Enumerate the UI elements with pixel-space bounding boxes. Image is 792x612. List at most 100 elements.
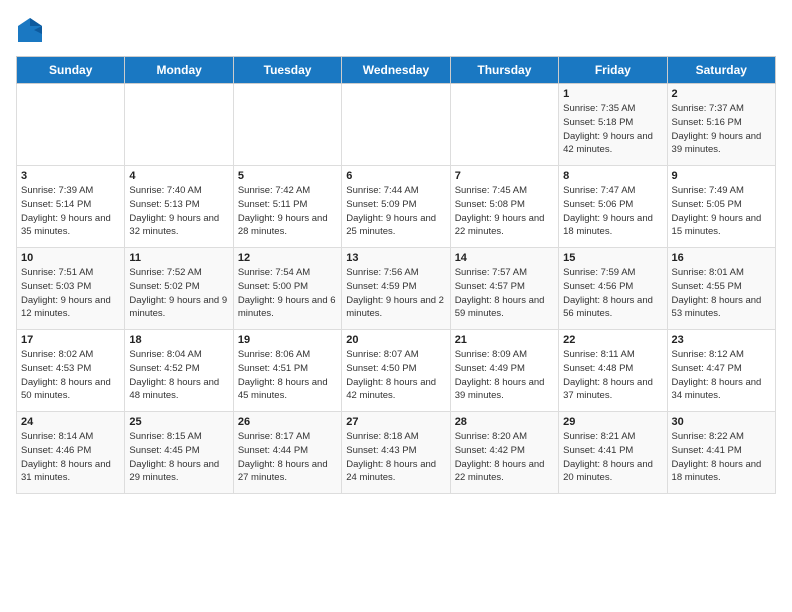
calendar-cell: 24 Sunrise: 8:14 AM Sunset: 4:46 PM Dayli… bbox=[17, 412, 125, 494]
day-number: 22 bbox=[563, 334, 662, 346]
day-number: 26 bbox=[238, 416, 337, 428]
day-info: Sunrise: 7:44 AM Sunset: 5:09 PM Dayligh… bbox=[346, 184, 445, 239]
day-number: 18 bbox=[129, 334, 228, 346]
day-number: 12 bbox=[238, 252, 337, 264]
calendar-cell: 28 Sunrise: 8:20 AM Sunset: 4:42 PM Dayli… bbox=[450, 412, 558, 494]
calendar-header-row: SundayMondayTuesdayWednesdayThursdayFrid… bbox=[17, 57, 776, 84]
calendar-cell: 8 Sunrise: 7:47 AM Sunset: 5:06 PM Daylig… bbox=[559, 166, 667, 248]
day-number: 11 bbox=[129, 252, 228, 264]
day-info: Sunrise: 8:07 AM Sunset: 4:50 PM Dayligh… bbox=[346, 348, 445, 403]
calendar-cell: 6 Sunrise: 7:44 AM Sunset: 5:09 PM Daylig… bbox=[342, 166, 450, 248]
day-number: 20 bbox=[346, 334, 445, 346]
day-number: 21 bbox=[455, 334, 554, 346]
day-number: 5 bbox=[238, 170, 337, 182]
calendar-cell: 13Sunrise: 7:56 AM Sunset: 4:59 PM Dayli… bbox=[342, 248, 450, 330]
calendar-cell: 10Sunrise: 7:51 AM Sunset: 5:03 PM Dayli… bbox=[17, 248, 125, 330]
day-number: 3 bbox=[21, 170, 120, 182]
day-info: Sunrise: 8:22 AM Sunset: 4:41 PM Dayligh… bbox=[672, 430, 771, 485]
day-info: Sunrise: 7:45 AM Sunset: 5:08 PM Dayligh… bbox=[455, 184, 554, 239]
calendar-cell bbox=[450, 84, 558, 166]
day-info: Sunrise: 7:39 AM Sunset: 5:14 PM Dayligh… bbox=[21, 184, 120, 239]
calendar-cell bbox=[17, 84, 125, 166]
day-info: Sunrise: 7:52 AM Sunset: 5:02 PM Dayligh… bbox=[129, 266, 228, 321]
calendar-week-1: 1 Sunrise: 7:35 AM Sunset: 5:18 PM Daylig… bbox=[17, 84, 776, 166]
calendar-cell: 26Sunrise: 8:17 AM Sunset: 4:44 PM Dayli… bbox=[233, 412, 341, 494]
calendar-cell: 27 Sunrise: 8:18 AM Sunset: 4:43 PM Dayli… bbox=[342, 412, 450, 494]
day-info: Sunrise: 8:20 AM Sunset: 4:42 PM Dayligh… bbox=[455, 430, 554, 485]
day-number: 14 bbox=[455, 252, 554, 264]
day-info: Sunrise: 7:59 AM Sunset: 4:56 PM Dayligh… bbox=[563, 266, 662, 321]
day-info: Sunrise: 8:09 AM Sunset: 4:49 PM Dayligh… bbox=[455, 348, 554, 403]
calendar-cell bbox=[233, 84, 341, 166]
calendar-cell bbox=[125, 84, 233, 166]
calendar-cell: 11 Sunrise: 7:52 AM Sunset: 5:02 PM Dayli… bbox=[125, 248, 233, 330]
calendar-cell: 16 Sunrise: 8:01 AM Sunset: 4:55 PM Dayli… bbox=[667, 248, 775, 330]
day-number: 24 bbox=[21, 416, 120, 428]
calendar-week-5: 24 Sunrise: 8:14 AM Sunset: 4:46 PM Dayli… bbox=[17, 412, 776, 494]
col-header-tuesday: Tuesday bbox=[233, 57, 341, 84]
calendar-cell: 3 Sunrise: 7:39 AM Sunset: 5:14 PM Daylig… bbox=[17, 166, 125, 248]
day-info: Sunrise: 8:21 AM Sunset: 4:41 PM Dayligh… bbox=[563, 430, 662, 485]
day-number: 28 bbox=[455, 416, 554, 428]
day-number: 30 bbox=[672, 416, 771, 428]
day-info: Sunrise: 7:35 AM Sunset: 5:18 PM Dayligh… bbox=[563, 102, 662, 157]
calendar-cell: 18 Sunrise: 8:04 AM Sunset: 4:52 PM Dayli… bbox=[125, 330, 233, 412]
day-info: Sunrise: 8:04 AM Sunset: 4:52 PM Dayligh… bbox=[129, 348, 228, 403]
day-number: 1 bbox=[563, 88, 662, 100]
calendar-cell: 14 Sunrise: 7:57 AM Sunset: 4:57 PM Dayli… bbox=[450, 248, 558, 330]
day-number: 8 bbox=[563, 170, 662, 182]
calendar-cell: 30 Sunrise: 8:22 AM Sunset: 4:41 PM Dayli… bbox=[667, 412, 775, 494]
calendar-cell: 29 Sunrise: 8:21 AM Sunset: 4:41 PM Dayli… bbox=[559, 412, 667, 494]
day-info: Sunrise: 7:57 AM Sunset: 4:57 PM Dayligh… bbox=[455, 266, 554, 321]
col-header-friday: Friday bbox=[559, 57, 667, 84]
day-info: Sunrise: 7:51 AM Sunset: 5:03 PM Dayligh… bbox=[21, 266, 120, 321]
col-header-thursday: Thursday bbox=[450, 57, 558, 84]
calendar-cell: 21 Sunrise: 8:09 AM Sunset: 4:49 PM Dayli… bbox=[450, 330, 558, 412]
day-number: 17 bbox=[21, 334, 120, 346]
day-info: Sunrise: 8:14 AM Sunset: 4:46 PM Dayligh… bbox=[21, 430, 120, 485]
calendar-cell: 1 Sunrise: 7:35 AM Sunset: 5:18 PM Daylig… bbox=[559, 84, 667, 166]
day-info: Sunrise: 8:18 AM Sunset: 4:43 PM Dayligh… bbox=[346, 430, 445, 485]
calendar-cell: 12 Sunrise: 7:54 AM Sunset: 5:00 PM Dayli… bbox=[233, 248, 341, 330]
day-info: Sunrise: 7:42 AM Sunset: 5:11 PM Dayligh… bbox=[238, 184, 337, 239]
day-info: Sunrise: 7:37 AM Sunset: 5:16 PM Dayligh… bbox=[672, 102, 771, 157]
calendar-cell: 5 Sunrise: 7:42 AM Sunset: 5:11 PM Daylig… bbox=[233, 166, 341, 248]
page-header bbox=[16, 16, 776, 44]
calendar-cell: 22 Sunrise: 8:11 AM Sunset: 4:48 PM Dayli… bbox=[559, 330, 667, 412]
day-number: 15 bbox=[563, 252, 662, 264]
calendar-body: 1 Sunrise: 7:35 AM Sunset: 5:18 PM Daylig… bbox=[17, 84, 776, 494]
day-number: 29 bbox=[563, 416, 662, 428]
day-info: Sunrise: 7:49 AM Sunset: 5:05 PM Dayligh… bbox=[672, 184, 771, 239]
calendar-cell: 23Sunrise: 8:12 AM Sunset: 4:47 PM Dayli… bbox=[667, 330, 775, 412]
calendar-cell bbox=[342, 84, 450, 166]
calendar-cell: 4Sunrise: 7:40 AM Sunset: 5:13 PM Daylig… bbox=[125, 166, 233, 248]
day-info: Sunrise: 8:12 AM Sunset: 4:47 PM Dayligh… bbox=[672, 348, 771, 403]
calendar-table: SundayMondayTuesdayWednesdayThursdayFrid… bbox=[16, 56, 776, 494]
day-info: Sunrise: 8:01 AM Sunset: 4:55 PM Dayligh… bbox=[672, 266, 771, 321]
calendar-cell: 7 Sunrise: 7:45 AM Sunset: 5:08 PM Daylig… bbox=[450, 166, 558, 248]
day-info: Sunrise: 8:06 AM Sunset: 4:51 PM Dayligh… bbox=[238, 348, 337, 403]
day-info: Sunrise: 8:02 AM Sunset: 4:53 PM Dayligh… bbox=[21, 348, 120, 403]
day-number: 16 bbox=[672, 252, 771, 264]
day-info: Sunrise: 7:54 AM Sunset: 5:00 PM Dayligh… bbox=[238, 266, 337, 321]
day-number: 7 bbox=[455, 170, 554, 182]
calendar-cell: 25Sunrise: 8:15 AM Sunset: 4:45 PM Dayli… bbox=[125, 412, 233, 494]
day-number: 25 bbox=[129, 416, 228, 428]
logo-icon bbox=[16, 16, 44, 44]
day-number: 27 bbox=[346, 416, 445, 428]
day-number: 6 bbox=[346, 170, 445, 182]
calendar-week-3: 10Sunrise: 7:51 AM Sunset: 5:03 PM Dayli… bbox=[17, 248, 776, 330]
calendar-week-2: 3 Sunrise: 7:39 AM Sunset: 5:14 PM Daylig… bbox=[17, 166, 776, 248]
day-number: 2 bbox=[672, 88, 771, 100]
day-info: Sunrise: 7:47 AM Sunset: 5:06 PM Dayligh… bbox=[563, 184, 662, 239]
calendar-cell: 19 Sunrise: 8:06 AM Sunset: 4:51 PM Dayli… bbox=[233, 330, 341, 412]
day-info: Sunrise: 7:40 AM Sunset: 5:13 PM Dayligh… bbox=[129, 184, 228, 239]
day-number: 19 bbox=[238, 334, 337, 346]
day-info: Sunrise: 7:56 AM Sunset: 4:59 PM Dayligh… bbox=[346, 266, 445, 321]
calendar-cell: 20 Sunrise: 8:07 AM Sunset: 4:50 PM Dayli… bbox=[342, 330, 450, 412]
col-header-wednesday: Wednesday bbox=[342, 57, 450, 84]
day-info: Sunrise: 8:11 AM Sunset: 4:48 PM Dayligh… bbox=[563, 348, 662, 403]
col-header-monday: Monday bbox=[125, 57, 233, 84]
logo bbox=[16, 16, 48, 44]
calendar-cell: 9Sunrise: 7:49 AM Sunset: 5:05 PM Daylig… bbox=[667, 166, 775, 248]
